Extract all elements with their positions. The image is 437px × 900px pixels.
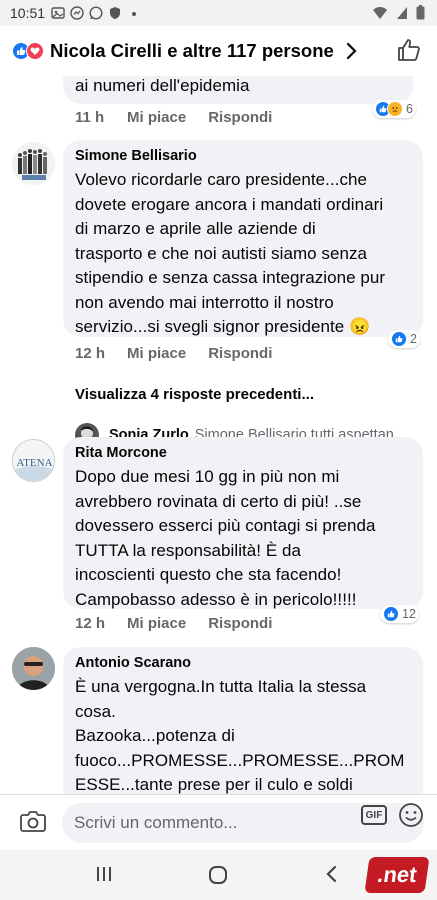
comment-bubble[interactable]: Rita Morcone Dopo due mesi 10 gg in più … xyxy=(63,437,423,609)
avatar[interactable] xyxy=(12,647,55,690)
reply-link[interactable]: Rispondi xyxy=(208,345,272,362)
like-link[interactable]: Mi piace xyxy=(127,615,186,632)
battery-icon xyxy=(416,5,425,20)
comment-text: Dopo due mesi 10 gg in più non mi avrebb… xyxy=(75,467,376,609)
emoji-icon[interactable] xyxy=(397,801,425,829)
avatar-label: ATENA xyxy=(16,457,52,469)
back-icon[interactable] xyxy=(324,864,338,884)
signal-icon xyxy=(397,6,407,19)
security-icon xyxy=(110,7,121,19)
previous-comment-bubble: ai numeri dell'epidemia xyxy=(63,76,413,104)
reaction-count: 2 xyxy=(410,332,417,346)
reply-link[interactable]: Rispondi xyxy=(208,615,272,632)
comment-time: 12 h xyxy=(75,345,106,362)
system-nav-bar: .net xyxy=(0,850,437,900)
status-time: 10:51 xyxy=(10,5,46,21)
comment-text: È una vergogna.In tutta Italia la stessa… xyxy=(75,677,405,794)
like-link[interactable]: Mi piace xyxy=(127,345,186,362)
like-reaction-icon xyxy=(383,606,399,622)
status-bar: 10:51 xyxy=(0,0,437,26)
previous-comment-actions: 11 h Mi piace Rispondi xyxy=(75,109,272,126)
comment-text: Volevo ricordarle caro presidente...che … xyxy=(75,170,386,336)
reaction-count-badge[interactable]: 12 xyxy=(380,605,419,623)
comment-author[interactable]: Rita Morcone xyxy=(75,445,411,461)
comment-bubble[interactable]: Antonio Scarano È una vergogna.In tutta … xyxy=(63,647,423,794)
avatar[interactable]: ATENA xyxy=(12,439,55,482)
comment-actions: 12 h Mi piace Rispondi xyxy=(75,345,272,362)
comment-time: 11 h xyxy=(75,109,105,126)
comment-composer: Scrivi un commento... GIF xyxy=(0,794,437,850)
thumbs-up-icon[interactable] xyxy=(397,38,421,62)
dot-icon xyxy=(132,12,137,16)
reaction-count: 12 xyxy=(402,607,416,621)
view-more-replies-link[interactable]: Visualizza 4 risposte precedenti... xyxy=(75,386,314,403)
love-reaction-icon xyxy=(26,42,44,60)
comment-time: 12 h xyxy=(75,615,106,632)
previous-comment-text: ai numeri dell'epidemia xyxy=(75,76,250,95)
gallery-icon xyxy=(51,7,65,19)
camera-icon[interactable] xyxy=(20,809,46,833)
reactions-header[interactable]: Nicola Cirelli e altre 117 persone xyxy=(0,26,437,76)
wifi-icon xyxy=(373,6,387,19)
whatsapp-icon xyxy=(89,6,103,20)
gif-button[interactable]: GIF xyxy=(361,805,387,825)
chevron-right-icon[interactable] xyxy=(346,42,358,60)
header-reactions xyxy=(12,42,44,60)
comment-author[interactable]: Simone Bellisario xyxy=(75,148,411,164)
avatar[interactable] xyxy=(12,142,55,185)
like-link[interactable]: Mi piace xyxy=(127,109,186,126)
home-icon[interactable] xyxy=(207,864,229,886)
reaction-count-badge[interactable]: 2 xyxy=(388,330,420,348)
header-title[interactable]: Nicola Cirelli e altre 117 persone xyxy=(50,40,334,62)
recent-apps-icon[interactable] xyxy=(94,864,114,884)
comment-input-placeholder: Scrivi un commento... xyxy=(74,813,238,832)
reaction-count-badge[interactable]: 6 xyxy=(372,100,416,118)
reply-link[interactable]: Rispondi xyxy=(208,109,272,126)
reaction-count: 6 xyxy=(406,102,413,116)
comment-author[interactable]: Antonio Scarano xyxy=(75,655,411,671)
sad-reaction-icon xyxy=(387,101,403,117)
comment-actions: 12 h Mi piace Rispondi xyxy=(75,615,272,632)
like-reaction-icon xyxy=(391,331,407,347)
comments-feed[interactable]: ai numeri dell'epidemia 11 h Mi piace Ri… xyxy=(0,76,437,794)
messenger-icon xyxy=(70,6,84,20)
watermark-logo: .net xyxy=(364,857,430,893)
comment-bubble[interactable]: Simone Bellisario Volevo ricordarle caro… xyxy=(63,140,423,337)
